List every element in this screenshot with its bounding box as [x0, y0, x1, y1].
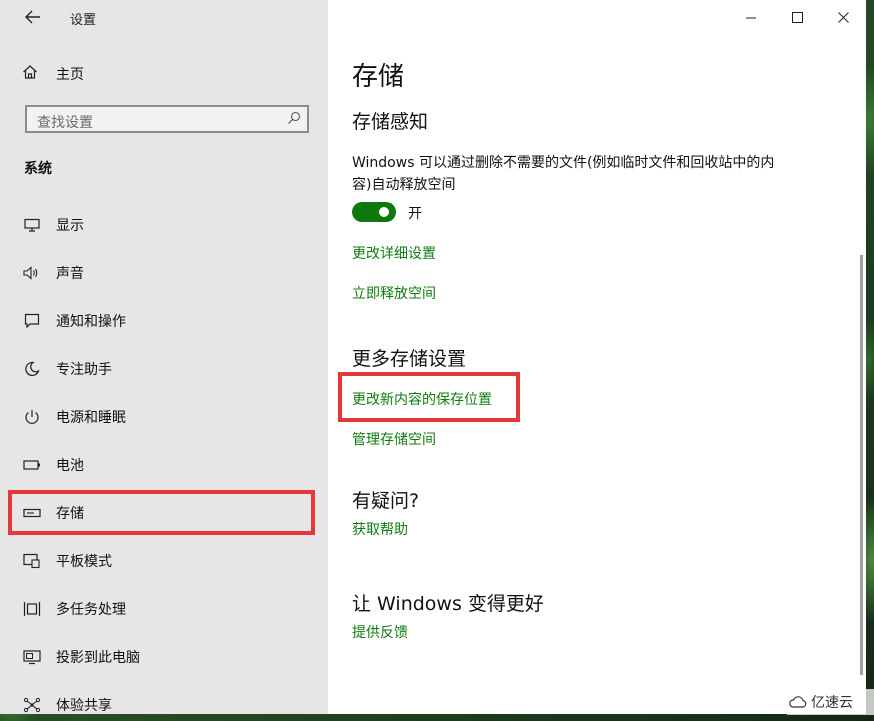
sidebar-item-label: 电池 — [56, 458, 84, 474]
close-icon — [837, 8, 849, 27]
sidebar-item-multitasking[interactable]: 多任务处理 — [0, 589, 328, 629]
storage-sense-heading: 存储感知 — [352, 111, 429, 133]
sidebar-item-label: 平板模式 — [56, 554, 112, 570]
sidebar-item-storage[interactable]: 存储 — [0, 493, 328, 533]
section-label-system: 系统 — [24, 161, 52, 177]
settings-window: 设置 主页 查找设置 系统 显示 声音 通知和操作 专注助手 电源和睡眠 电池 … — [0, 0, 866, 714]
toggle-knob — [379, 207, 389, 217]
minimize-icon — [746, 8, 756, 27]
search-icon — [287, 110, 301, 124]
page-title: 存储 — [352, 62, 405, 92]
multitask-icon — [22, 600, 42, 618]
search-placeholder: 查找设置 — [37, 115, 93, 131]
search-input[interactable]: 查找设置 — [25, 105, 309, 133]
give-feedback-link[interactable]: 提供反馈 — [352, 622, 408, 642]
project-icon — [22, 648, 42, 666]
sidebar-item-notifications[interactable]: 通知和操作 — [0, 301, 328, 341]
sidebar-item-battery[interactable]: 电池 — [0, 445, 328, 485]
change-details-link[interactable]: 更改详细设置 — [352, 243, 436, 263]
change-save-location-link[interactable]: 更改新内容的保存位置 — [352, 389, 492, 409]
manage-storage-spaces-link[interactable]: 管理存储空间 — [352, 429, 436, 449]
scrollbar[interactable] — [860, 255, 863, 675]
sidebar-item-home[interactable]: 主页 — [22, 62, 84, 86]
sidebar-item-tablet-mode[interactable]: 平板模式 — [0, 541, 328, 581]
main-content: 存储 存储感知 Windows 可以通过删除不需要的文件(例如临时文件和回收站中… — [328, 0, 866, 714]
back-arrow-icon[interactable] — [22, 6, 44, 28]
storage-icon — [22, 504, 42, 522]
sidebar: 设置 主页 查找设置 系统 显示 声音 通知和操作 专注助手 电源和睡眠 电池 … — [0, 0, 328, 714]
sidebar-item-display[interactable]: 显示 — [0, 205, 328, 245]
sidebar-item-label: 多任务处理 — [56, 602, 126, 618]
battery-icon — [22, 456, 42, 474]
sidebar-item-label: 通知和操作 — [56, 314, 126, 330]
get-help-link[interactable]: 获取帮助 — [352, 519, 408, 539]
sidebar-item-label: 专注助手 — [56, 362, 112, 378]
sidebar-item-shared-experiences[interactable]: 体验共享 — [0, 685, 328, 714]
sidebar-item-label: 电源和睡眠 — [56, 410, 126, 426]
questions-heading: 有疑问? — [352, 490, 420, 512]
sidebar-item-label: 投影到此电脑 — [56, 650, 140, 666]
sidebar-item-focus-assist[interactable]: 专注助手 — [0, 349, 328, 389]
home-label: 主页 — [56, 67, 84, 83]
home-icon — [22, 64, 42, 84]
minimize-button[interactable] — [728, 0, 774, 34]
toggle-state-label: 开 — [408, 206, 422, 222]
share-icon — [22, 696, 42, 714]
cloud-logo-icon — [789, 695, 807, 709]
storage-sense-toggle[interactable] — [352, 202, 396, 222]
notification-icon — [22, 312, 42, 330]
sidebar-item-power-sleep[interactable]: 电源和睡眠 — [0, 397, 328, 437]
monitor-icon — [22, 216, 42, 234]
app-title: 设置 — [70, 13, 97, 28]
watermark-text: 亿速云 — [811, 695, 853, 711]
maximize-button[interactable] — [774, 0, 820, 34]
moon-icon — [22, 360, 42, 378]
sidebar-item-label: 存储 — [56, 506, 84, 522]
sidebar-item-label: 体验共享 — [56, 698, 112, 714]
free-space-now-link[interactable]: 立即释放空间 — [352, 283, 436, 303]
sidebar-item-sound[interactable]: 声音 — [0, 253, 328, 293]
tablet-icon — [22, 552, 42, 570]
sidebar-item-label: 声音 — [56, 266, 84, 282]
storage-sense-description: Windows 可以通过删除不需要的文件(例如临时文件和回收站中的内容)自动释放… — [352, 155, 775, 193]
sidebar-item-label: 显示 — [56, 218, 84, 234]
watermark: 亿速云 — [787, 689, 874, 715]
feedback-heading: 让 Windows 变得更好 — [352, 593, 544, 615]
maximize-icon — [791, 8, 803, 27]
close-button[interactable] — [820, 0, 866, 34]
speaker-icon — [22, 264, 42, 282]
sidebar-item-project[interactable]: 投影到此电脑 — [0, 637, 328, 677]
more-storage-settings-heading: 更多存储设置 — [352, 348, 467, 370]
power-icon — [22, 408, 42, 426]
